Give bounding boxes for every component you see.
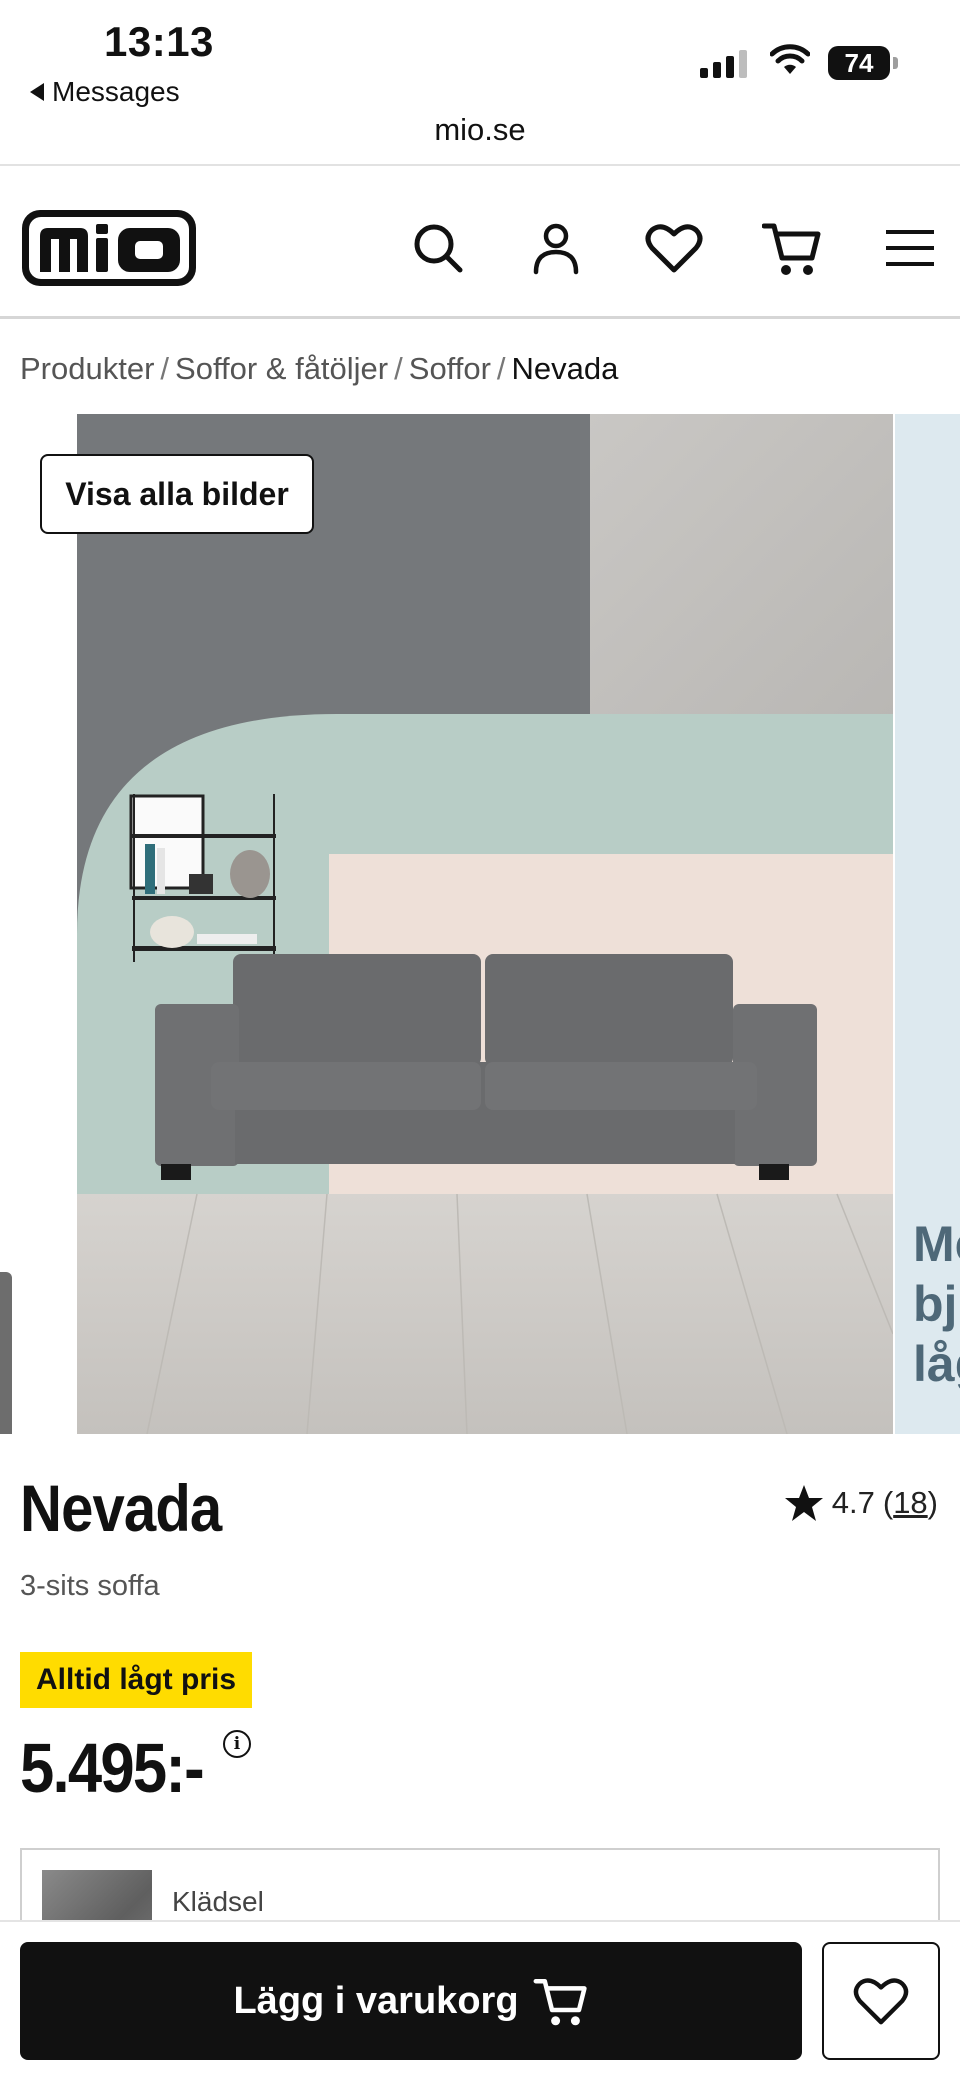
add-to-cart-label: Lägg i varukorg: [233, 1979, 519, 2022]
battery-level: 74: [828, 46, 890, 80]
product-subtitle: 3-sits soffa: [20, 1570, 160, 1602]
product-title: Nevada: [20, 1471, 222, 1545]
breadcrumb: Produkter / Soffor & fåtöljer / Soffor / Nevad…: [20, 351, 618, 387]
cellular-signal-icon: [700, 48, 747, 78]
battery-icon: 74: [828, 46, 898, 80]
status-bar: 13:13 Messages 74 mio.se: [0, 0, 960, 147]
previous-slide-peek[interactable]: [0, 1272, 12, 1434]
rating-value: 4.7: [831, 1485, 875, 1520]
add-to-cart-button[interactable]: Lägg i varukorg: [20, 1942, 802, 2060]
site-header: mio: [0, 166, 960, 316]
back-to-messages-label: Messages: [52, 76, 180, 107]
add-to-favorites-button[interactable]: [822, 1942, 940, 2060]
back-arrow-icon: [30, 83, 44, 101]
back-to-messages[interactable]: Messages: [30, 76, 180, 108]
breadcrumb-item-soffor[interactable]: Soffor: [409, 351, 491, 386]
status-time: 13:13: [104, 18, 214, 65]
price-badge: Alltid lågt pris: [20, 1652, 253, 1708]
product-rating[interactable]: 4.7 (18): [784, 1484, 938, 1522]
product-price: 5.495:-: [20, 1729, 205, 1807]
price-info-icon[interactable]: i: [223, 1730, 251, 1758]
heart-icon[interactable]: [642, 216, 706, 280]
breadcrumb-item-current: Nevada: [511, 351, 619, 386]
breadcrumb-item-produkter[interactable]: Produkter: [20, 351, 154, 386]
rating-close-paren: ): [927, 1485, 938, 1520]
product-image[interactable]: [77, 414, 893, 1434]
search-icon[interactable]: [406, 216, 470, 280]
star-icon: [784, 1485, 823, 1521]
mio-logo[interactable]: mio: [20, 208, 198, 288]
wifi-icon: [770, 44, 810, 74]
show-all-images-button[interactable]: Visa alla bilder: [40, 454, 314, 534]
review-count-link[interactable]: 18: [893, 1485, 927, 1520]
next-slide-text: Me bju låg: [913, 1216, 960, 1392]
heart-icon: [853, 1978, 909, 2025]
cart-icon[interactable]: [760, 216, 824, 280]
breadcrumb-item-soffor-fatoljer[interactable]: Soffor & fåtöljer: [175, 351, 388, 386]
rating-open-paren: (: [882, 1485, 894, 1520]
divider: [0, 316, 960, 319]
breadcrumb-separator: /: [160, 351, 170, 386]
address-bar-url[interactable]: mio.se: [0, 112, 960, 148]
logo-text: mio: [20, 208, 22, 209]
breadcrumb-separator: /: [496, 351, 506, 386]
next-slide-peek[interactable]: Me bju låg: [895, 414, 960, 1434]
cart-icon: [533, 1978, 587, 2026]
breadcrumb-separator: /: [394, 351, 403, 386]
sticky-action-bar: Lägg i varukorg: [0, 1920, 960, 2080]
upholstery-label: Klädsel: [172, 1886, 264, 1917]
account-icon[interactable]: [524, 216, 588, 280]
menu-icon[interactable]: [878, 216, 942, 280]
product-gallery[interactable]: Me bju låg: [0, 414, 960, 1434]
